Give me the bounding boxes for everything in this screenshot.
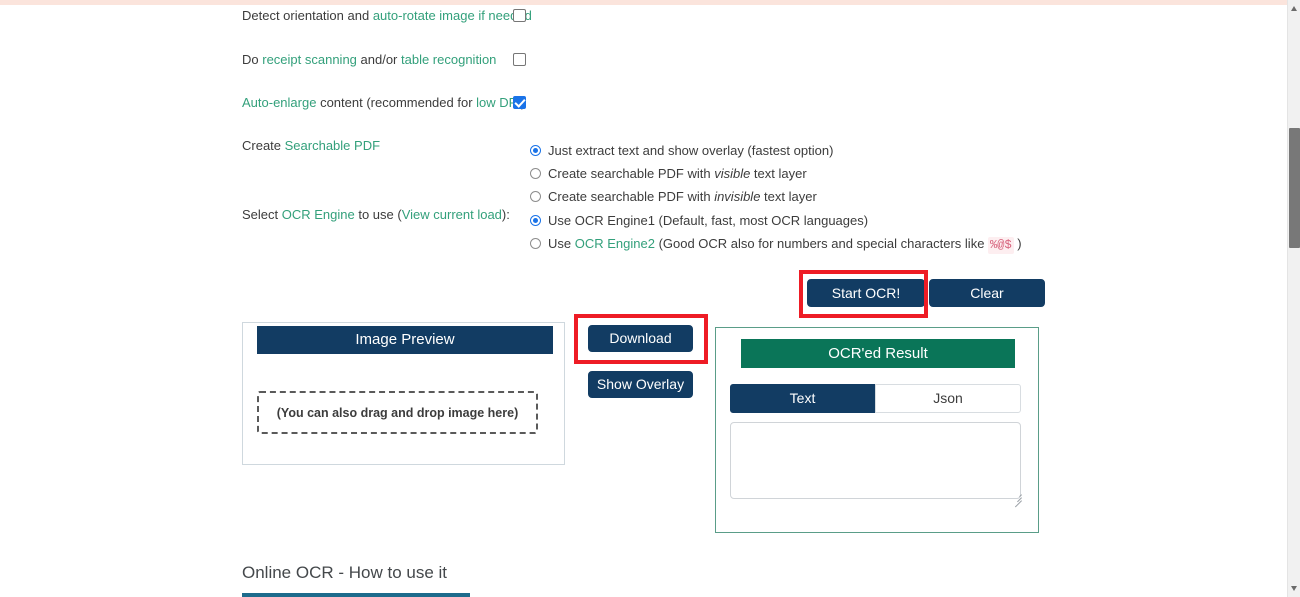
special-characters-sample: %@$ bbox=[988, 237, 1014, 254]
receipt-scanning-link[interactable]: receipt scanning bbox=[262, 52, 357, 67]
radio-label-pre: Create searchable PDF with bbox=[548, 166, 715, 181]
page-scrollbar[interactable] bbox=[1287, 0, 1300, 597]
radio-indicator bbox=[530, 145, 541, 156]
ocr-engine-group-label: Select OCR Engine to use (View current l… bbox=[242, 207, 510, 222]
receipt-scanning-checkbox[interactable] bbox=[513, 53, 526, 66]
auto-enlarge-link[interactable]: Auto-enlarge bbox=[242, 95, 316, 110]
radio-label-post: text layer bbox=[750, 166, 807, 181]
radio-indicator bbox=[530, 215, 541, 226]
howto-section-rule bbox=[242, 593, 470, 597]
radio-label-emphasis: invisible bbox=[714, 189, 761, 204]
searchable-pdf-group-label: Create Searchable PDF bbox=[242, 138, 381, 153]
radio-label-mid: (Good OCR also for numbers and special c… bbox=[654, 236, 989, 251]
radio-label-pre: Create searchable PDF with bbox=[548, 189, 715, 204]
ocr-engine-link[interactable]: OCR Engine bbox=[282, 207, 355, 222]
ocr-settings-page: Detect orientation and auto-rotate image… bbox=[0, 0, 1287, 597]
ocr-result-textarea[interactable] bbox=[730, 422, 1021, 499]
scroll-up-arrow-icon[interactable] bbox=[1288, 2, 1300, 15]
option-row-receipt-scanning: Do receipt scanning and/or table recogni… bbox=[242, 51, 1242, 69]
radio-ocr-engine-1[interactable]: Use OCR Engine1 (Default, fast, most OCR… bbox=[530, 212, 868, 229]
auto-rotate-link[interactable]: auto-rotate image if needed bbox=[373, 8, 532, 23]
radio-just-extract-text[interactable]: Just extract text and show overlay (fast… bbox=[530, 142, 833, 159]
radio-label-post: text layer bbox=[760, 189, 817, 204]
start-ocr-button[interactable]: Start OCR! bbox=[807, 279, 925, 307]
tab-json[interactable]: Json bbox=[875, 384, 1021, 413]
detect-orientation-checkbox[interactable] bbox=[513, 9, 526, 22]
table-recognition-link[interactable]: table recognition bbox=[401, 52, 496, 67]
show-overlay-button[interactable]: Show Overlay bbox=[588, 371, 693, 398]
scroll-down-arrow-icon[interactable] bbox=[1288, 582, 1300, 595]
radio-ocr-engine-2[interactable]: Use OCR Engine2 (Good OCR also for numbe… bbox=[530, 235, 1022, 254]
ocr-engine2-link[interactable]: OCR Engine2 bbox=[575, 236, 655, 251]
option-row-detect-orientation: Detect orientation and auto-rotate image… bbox=[242, 7, 1242, 25]
radio-label: Just extract text and show overlay (fast… bbox=[548, 143, 834, 158]
searchable-pdf-link[interactable]: Searchable PDF bbox=[285, 138, 380, 153]
ocr-result-panel: OCR'ed Result Text Json bbox=[715, 327, 1039, 533]
radio-label: Use OCR Engine1 (Default, fast, most OCR… bbox=[548, 213, 869, 228]
radio-label-post: ) bbox=[1013, 236, 1022, 251]
radio-searchable-pdf-visible[interactable]: Create searchable PDF with visible text … bbox=[530, 165, 807, 182]
view-current-load-link[interactable]: View current load bbox=[402, 207, 502, 222]
scrollbar-thumb[interactable] bbox=[1289, 128, 1300, 248]
option-label-auto-enlarge: Auto-enlarge content (recommended for lo… bbox=[242, 95, 525, 110]
ocr-result-title: OCR'ed Result bbox=[741, 339, 1015, 368]
radio-indicator bbox=[530, 168, 541, 179]
download-button[interactable]: Download bbox=[588, 325, 693, 352]
radio-indicator bbox=[530, 191, 541, 202]
image-dropzone[interactable]: (You can also drag and drop image here) bbox=[257, 391, 538, 434]
option-row-auto-enlarge: Auto-enlarge content (recommended for lo… bbox=[242, 94, 1242, 112]
image-preview-panel: Image Preview (You can also drag and dro… bbox=[242, 322, 565, 465]
radio-label-pre: Use bbox=[548, 236, 575, 251]
clear-button[interactable]: Clear bbox=[929, 279, 1045, 307]
image-preview-title: Image Preview bbox=[257, 326, 553, 354]
option-label-detect-orientation: Detect orientation and auto-rotate image… bbox=[242, 8, 532, 23]
tab-text[interactable]: Text bbox=[730, 384, 875, 413]
howto-section-heading: Online OCR - How to use it bbox=[242, 563, 448, 582]
auto-enlarge-checkbox[interactable] bbox=[513, 96, 526, 109]
option-label-receipt-scanning: Do receipt scanning and/or table recogni… bbox=[242, 52, 497, 67]
radio-indicator bbox=[530, 238, 541, 249]
radio-searchable-pdf-invisible[interactable]: Create searchable PDF with invisible tex… bbox=[530, 188, 817, 205]
radio-label-emphasis: visible bbox=[714, 166, 751, 181]
